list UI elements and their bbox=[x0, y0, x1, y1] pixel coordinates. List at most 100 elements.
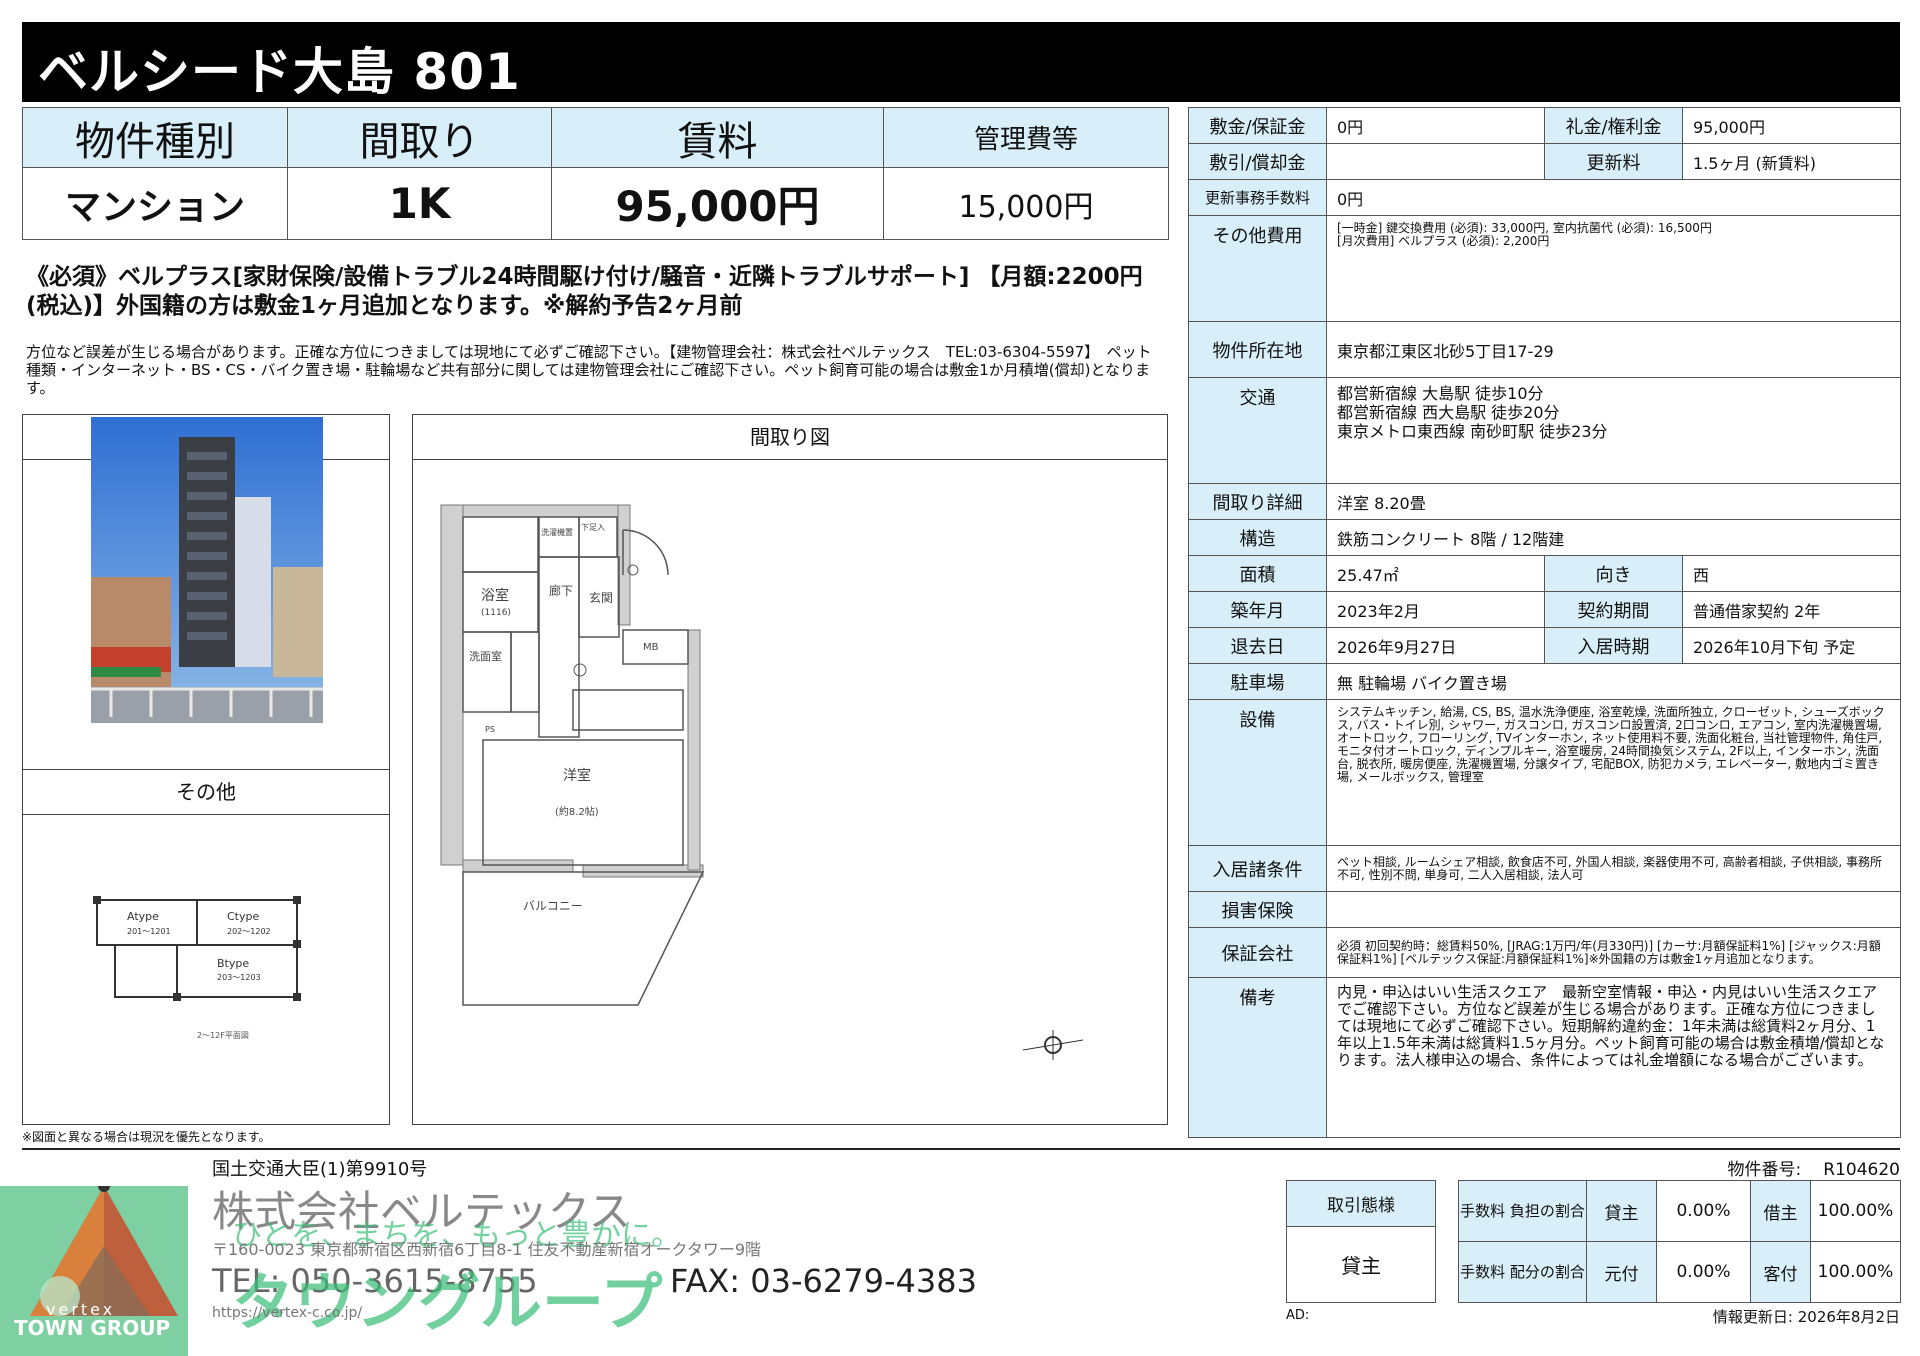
notes-label: 備考 bbox=[1188, 977, 1327, 1138]
deal-type-table: 取引態様 貸主 bbox=[1286, 1180, 1436, 1303]
transport-value: 都営新宿線 大島駅 徒歩10分 都営新宿線 西大島駅 徒歩20分 東京メトロ東西… bbox=[1326, 377, 1901, 484]
floorplan-image: 浴室 (1116) 廊下 玄関 洗面室 洗濯機置 下足入 MB PS 洋室 (約… bbox=[423, 470, 1153, 1110]
deal-type-value: 貸主 bbox=[1286, 1226, 1436, 1303]
b-type-label: Btype bbox=[217, 957, 249, 970]
title-bar: ベルシード大島 801 bbox=[22, 22, 1900, 102]
summary-table: 物件種別 間取り 賃料 管理費等 マンション 1K 95,000円 15,000… bbox=[22, 107, 1169, 240]
fee-broker-pct: 100.00% bbox=[1810, 1241, 1901, 1303]
vacate-value: 2026年9月27日 bbox=[1326, 627, 1545, 664]
built-label: 築年月 bbox=[1188, 591, 1327, 628]
property-number-label: 物件番号: bbox=[1727, 1160, 1802, 1180]
layout-detail-value: 洋室 8.20畳 bbox=[1326, 483, 1901, 520]
area-value: 25.47㎡ bbox=[1326, 555, 1545, 592]
parking-value: 無 駐輪場 バイク置き場 bbox=[1326, 663, 1901, 700]
fee-origin-label: 元付 bbox=[1586, 1241, 1657, 1303]
c-type-rooms: 202～1202 bbox=[227, 927, 271, 936]
other-plan-image: Atype 201～1201 Ctype 202～1202 Btype 203～… bbox=[27, 810, 387, 1110]
transport-line-1: 都営新宿線 大島駅 徒歩10分 bbox=[1337, 384, 1544, 403]
a-type-rooms: 201～1201 bbox=[127, 927, 171, 936]
fp-balcony: バルコニー bbox=[523, 899, 583, 913]
amortization-value bbox=[1326, 143, 1545, 180]
floorplan-heading: 間取り図 bbox=[413, 415, 1167, 460]
updated-date: 情報更新日: 2026年8月2日 bbox=[1712, 1308, 1900, 1326]
other-costs-value: [一時金] 鍵交換費用 (必須): 33,000円, 室内抗菌代 (必須): 1… bbox=[1326, 215, 1901, 322]
key-money-value: 95,000円 bbox=[1682, 107, 1901, 144]
guarantor-label: 保証会社 bbox=[1188, 927, 1327, 978]
detail-table: 敷金/保証金 0円 礼金/権利金 95,000円 敷引/償却金 更新料 1.5ヶ… bbox=[1188, 107, 1901, 1138]
key-money-label: 礼金/権利金 bbox=[1544, 107, 1683, 144]
vacate-label: 退去日 bbox=[1188, 627, 1327, 664]
transport-line-3: 東京メトロ東西線 南砂町駅 徒歩23分 bbox=[1337, 422, 1608, 441]
other-costs-line-2: [月次費用] ベルプラス (必須): 2,200円 bbox=[1337, 234, 1550, 248]
summary-value-rent: 95,000円 bbox=[551, 167, 884, 240]
notice-text: 《必須》ベルプラス[家財保険/設備トラブル24時間駆け付け/騒音・近隣トラブルサ… bbox=[26, 264, 1143, 319]
fp-ps: PS bbox=[485, 725, 495, 734]
structure-value: 鉄筋コンクリート 8階 / 12階建 bbox=[1326, 519, 1901, 556]
summary-header-fee: 管理費等 bbox=[883, 107, 1169, 168]
ad-label: AD: bbox=[1286, 1308, 1310, 1323]
conditions-value: ペット相談, ルームシェア相談, 飲食店不可, 外国人相談, 楽器使用不可, 高… bbox=[1326, 845, 1901, 892]
renewal-value: 1.5ヶ月 (新賃料) bbox=[1682, 143, 1901, 180]
fp-laundry: 洗濯機置 bbox=[541, 527, 573, 537]
fee-lessee-pct: 100.00% bbox=[1810, 1180, 1901, 1242]
other-heading: その他 bbox=[23, 770, 389, 815]
fee-origin-pct: 0.00% bbox=[1656, 1241, 1751, 1303]
summary-value-type: マンション bbox=[22, 167, 288, 240]
movein-label: 入居時期 bbox=[1544, 627, 1683, 664]
direction-label: 向き bbox=[1544, 555, 1683, 592]
property-number: 物件番号: R104620 bbox=[1728, 1155, 1900, 1180]
logo-group-text: TOWN GROUP bbox=[14, 1316, 171, 1340]
other-plan-caption: 2～12F平面図 bbox=[197, 1031, 249, 1040]
parking-label: 駐車場 bbox=[1188, 663, 1327, 700]
company-fax: FAX: 03-6279-4383 bbox=[670, 1262, 977, 1300]
renewal-label: 更新料 bbox=[1544, 143, 1683, 180]
fee-table: 手数料 負担の割合 貸主 0.00% 借主 100.00% 手数料 配分の割合 … bbox=[1458, 1180, 1901, 1303]
equipment-value: システムキッチン, 給湯, CS, BS, 温水洗浄便座, 浴室乾燥, 洗面所独… bbox=[1326, 699, 1901, 846]
other-panel: その他 Atype 201～1201 Ctype 202～1202 Btype … bbox=[22, 769, 390, 1125]
guarantor-value: 必須 初回契約時：総賃料50%, [JRAG:1万円/年(月330円)] [カー… bbox=[1326, 927, 1901, 978]
exterior-panel: 外観 bbox=[22, 414, 390, 770]
remarks-text: 方位など誤差が生じる場合があります。正確な方位につきましては現地にて必ずご確認下… bbox=[26, 343, 1152, 397]
fee-lessor-label: 貸主 bbox=[1586, 1180, 1657, 1242]
summary-value-fee: 15,000円 bbox=[883, 167, 1169, 240]
amortization-label: 敷引/償却金 bbox=[1188, 143, 1327, 180]
contract-label: 契約期間 bbox=[1544, 591, 1683, 628]
area-label: 面積 bbox=[1188, 555, 1327, 592]
exterior-photo bbox=[91, 417, 323, 723]
insurance-label: 損害保険 bbox=[1188, 891, 1327, 928]
deposit-label: 敷金/保証金 bbox=[1188, 107, 1327, 144]
fee-lessee-label: 借主 bbox=[1750, 1180, 1811, 1242]
insurance-value bbox=[1326, 891, 1901, 928]
property-number-value: R104620 bbox=[1823, 1160, 1900, 1180]
renewal-admin-label: 更新事務手数料 bbox=[1188, 179, 1327, 216]
fee-dist-label: 手数料 配分の割合 bbox=[1458, 1241, 1587, 1303]
other-costs-label: その他費用 bbox=[1188, 215, 1327, 322]
contract-value: 普通借家契約 2年 bbox=[1682, 591, 1901, 628]
notes-value: 内見・申込はいい生活スクエア 最新空室情報・申込・内見はいい生活スクエアでご確認… bbox=[1326, 977, 1901, 1138]
fee-burden-label: 手数料 負担の割合 bbox=[1458, 1180, 1587, 1242]
fp-room-size: (約8.2帖) bbox=[555, 805, 599, 818]
b-type-rooms: 203～1203 bbox=[217, 973, 261, 982]
address-label: 物件所在地 bbox=[1188, 321, 1327, 378]
footer-divider bbox=[22, 1148, 1900, 1150]
footnote: ※図面と異なる場合は現況を優先となります。 bbox=[22, 1130, 271, 1144]
fp-bath-size: (1116) bbox=[481, 608, 511, 618]
summary-value-layout: 1K bbox=[287, 167, 552, 240]
layout-detail-label: 間取り詳細 bbox=[1188, 483, 1327, 520]
built-value: 2023年2月 bbox=[1326, 591, 1545, 628]
summary-header-type: 物件種別 bbox=[22, 107, 288, 168]
company-url[interactable]: https://vertex-c.co.jp/ bbox=[212, 1305, 362, 1321]
compass-icon bbox=[1022, 1030, 1084, 1060]
transport-label: 交通 bbox=[1188, 377, 1327, 484]
deal-type-label: 取引態様 bbox=[1286, 1180, 1436, 1227]
group-watermark: タウングループ bbox=[232, 1266, 663, 1339]
equipment-label: 設備 bbox=[1188, 699, 1327, 846]
floorplan-panel: 間取り図 浴室 (1116) 廊下 玄関 洗面室 洗濯機置 下足入 MB PS … bbox=[412, 414, 1168, 1125]
fee-broker-label: 客付 bbox=[1750, 1241, 1811, 1303]
address-value: 東京都江東区北砂5丁目17-29 bbox=[1326, 321, 1901, 378]
fp-mb: MB bbox=[643, 642, 659, 653]
fp-room: 洋室 bbox=[563, 767, 591, 784]
c-type-label: Ctype bbox=[227, 910, 259, 923]
conditions-label: 入居諸条件 bbox=[1188, 845, 1327, 892]
fp-corridor: 廊下 bbox=[549, 583, 573, 598]
